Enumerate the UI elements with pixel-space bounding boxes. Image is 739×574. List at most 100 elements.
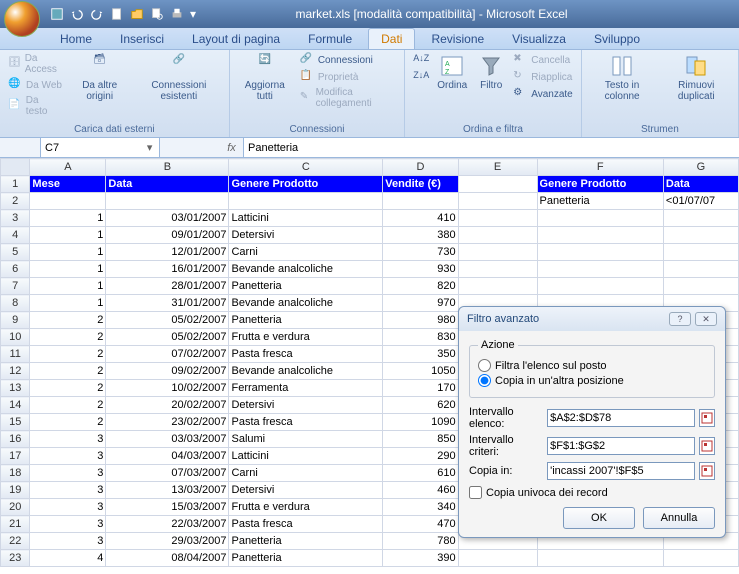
advanced-filter-button[interactable]: ⚙Avanzate bbox=[511, 86, 575, 102]
cell[interactable]: 340 bbox=[383, 499, 458, 516]
tab-inserisci[interactable]: Inserisci bbox=[108, 29, 176, 49]
print-icon[interactable] bbox=[170, 7, 184, 21]
cell[interactable] bbox=[458, 227, 537, 244]
tab-dati[interactable]: Dati bbox=[368, 28, 415, 49]
cell[interactable]: 380 bbox=[383, 227, 458, 244]
cell[interactable]: Pasta fresca bbox=[229, 414, 383, 431]
row-header[interactable]: 17 bbox=[1, 448, 30, 465]
other-sources-button[interactable]: 🗃Da altre origini bbox=[68, 52, 130, 104]
cell[interactable]: Latticini bbox=[229, 448, 383, 465]
row-header[interactable]: 4 bbox=[1, 227, 30, 244]
cell[interactable]: 12/01/2007 bbox=[106, 244, 229, 261]
ref-select-icon[interactable] bbox=[699, 409, 715, 427]
radio-filter-inplace[interactable] bbox=[478, 359, 491, 372]
row-header[interactable]: 7 bbox=[1, 278, 30, 295]
cell[interactable]: 28/01/2007 bbox=[106, 278, 229, 295]
cell[interactable]: Carni bbox=[229, 465, 383, 482]
row-header[interactable]: 12 bbox=[1, 363, 30, 380]
properties-button[interactable]: 📋Proprietà bbox=[298, 69, 398, 85]
tab-layout-di-pagina[interactable]: Layout di pagina bbox=[180, 29, 292, 49]
cell[interactable]: Panetteria bbox=[537, 193, 663, 210]
cell[interactable]: 03/01/2007 bbox=[106, 210, 229, 227]
cell[interactable]: 390 bbox=[383, 550, 458, 567]
cell[interactable]: 20/02/2007 bbox=[106, 397, 229, 414]
cell[interactable]: 3 bbox=[30, 465, 106, 482]
cell[interactable]: 970 bbox=[383, 295, 458, 312]
close-button[interactable]: ✕ bbox=[695, 312, 717, 326]
tab-formule[interactable]: Formule bbox=[296, 29, 364, 49]
row-header[interactable]: 14 bbox=[1, 397, 30, 414]
text-to-columns-button[interactable]: Testo in colonne bbox=[588, 52, 657, 104]
cell[interactable]: 1 bbox=[30, 278, 106, 295]
cell[interactable]: 10/02/2007 bbox=[106, 380, 229, 397]
cell[interactable]: Latticini bbox=[229, 210, 383, 227]
cell[interactable] bbox=[537, 244, 663, 261]
cell[interactable]: Detersivi bbox=[229, 227, 383, 244]
cell[interactable]: Mese bbox=[30, 176, 106, 193]
cell[interactable] bbox=[458, 244, 537, 261]
remove-duplicates-button[interactable]: Rimuovi duplicati bbox=[660, 52, 732, 104]
cell[interactable] bbox=[458, 176, 537, 193]
dialog-titlebar[interactable]: Filtro avanzato ? ✕ bbox=[459, 307, 725, 331]
cell[interactable]: 23/02/2007 bbox=[106, 414, 229, 431]
cell[interactable]: 410 bbox=[383, 210, 458, 227]
unique-records-checkbox[interactable] bbox=[469, 486, 482, 499]
cell[interactable]: Pasta fresca bbox=[229, 516, 383, 533]
cell[interactable]: 2 bbox=[30, 380, 106, 397]
cell[interactable]: 07/02/2007 bbox=[106, 346, 229, 363]
cell[interactable]: 820 bbox=[383, 278, 458, 295]
col-header-C[interactable]: C bbox=[229, 159, 383, 176]
cell[interactable]: Detersivi bbox=[229, 397, 383, 414]
cell[interactable]: Bevande analcoliche bbox=[229, 261, 383, 278]
tab-home[interactable]: Home bbox=[48, 29, 104, 49]
cell[interactable]: 31/01/2007 bbox=[106, 295, 229, 312]
sort-desc-button[interactable]: Z↓A bbox=[411, 69, 429, 85]
cell[interactable]: 05/02/2007 bbox=[106, 329, 229, 346]
cell[interactable] bbox=[458, 261, 537, 278]
cell[interactable]: 980 bbox=[383, 312, 458, 329]
cell[interactable]: 850 bbox=[383, 431, 458, 448]
cell[interactable]: Panetteria bbox=[229, 278, 383, 295]
row-header[interactable]: 6 bbox=[1, 261, 30, 278]
save-icon[interactable] bbox=[50, 7, 64, 21]
cell[interactable]: 1050 bbox=[383, 363, 458, 380]
cell[interactable]: Vendite (€) bbox=[383, 176, 458, 193]
col-header-B[interactable]: B bbox=[106, 159, 229, 176]
cell[interactable] bbox=[106, 193, 229, 210]
refresh-all-button[interactable]: 🔄Aggiorna tutti bbox=[236, 52, 294, 104]
row-header[interactable]: 11 bbox=[1, 346, 30, 363]
cell[interactable] bbox=[383, 193, 458, 210]
cell[interactable]: Panetteria bbox=[229, 312, 383, 329]
cell[interactable]: Panetteria bbox=[229, 550, 383, 567]
help-button[interactable]: ? bbox=[669, 312, 691, 326]
open-icon[interactable] bbox=[130, 7, 144, 21]
row-header[interactable]: 2 bbox=[1, 193, 30, 210]
print-preview-icon[interactable] bbox=[150, 7, 164, 21]
cell[interactable]: 3 bbox=[30, 482, 106, 499]
cell[interactable]: 04/03/2007 bbox=[106, 448, 229, 465]
cell[interactable]: Panetteria bbox=[229, 533, 383, 550]
cell[interactable]: 2 bbox=[30, 363, 106, 380]
cell[interactable] bbox=[537, 210, 663, 227]
row-header[interactable]: 22 bbox=[1, 533, 30, 550]
cell[interactable]: 13/03/2007 bbox=[106, 482, 229, 499]
undo-icon[interactable] bbox=[70, 7, 84, 21]
row-header[interactable]: 10 bbox=[1, 329, 30, 346]
from-access-button[interactable]: 🗄Da Access bbox=[6, 52, 64, 76]
cell[interactable]: 3 bbox=[30, 431, 106, 448]
ref-select-icon[interactable] bbox=[699, 462, 715, 480]
cell[interactable]: 620 bbox=[383, 397, 458, 414]
tab-sviluppo[interactable]: Sviluppo bbox=[582, 29, 652, 49]
qat-dropdown-icon[interactable]: ▾ bbox=[190, 7, 204, 21]
cell[interactable]: Pasta fresca bbox=[229, 346, 383, 363]
cell[interactable] bbox=[458, 210, 537, 227]
cell[interactable] bbox=[458, 550, 537, 567]
col-header-F[interactable]: F bbox=[537, 159, 663, 176]
cell[interactable]: 09/01/2007 bbox=[106, 227, 229, 244]
sort-asc-button[interactable]: A↓Z bbox=[411, 52, 429, 68]
fx-button[interactable]: fx bbox=[220, 138, 244, 157]
cell[interactable]: Ferramenta bbox=[229, 380, 383, 397]
row-header[interactable]: 18 bbox=[1, 465, 30, 482]
cell[interactable]: 3 bbox=[30, 499, 106, 516]
cell[interactable]: 07/03/2007 bbox=[106, 465, 229, 482]
